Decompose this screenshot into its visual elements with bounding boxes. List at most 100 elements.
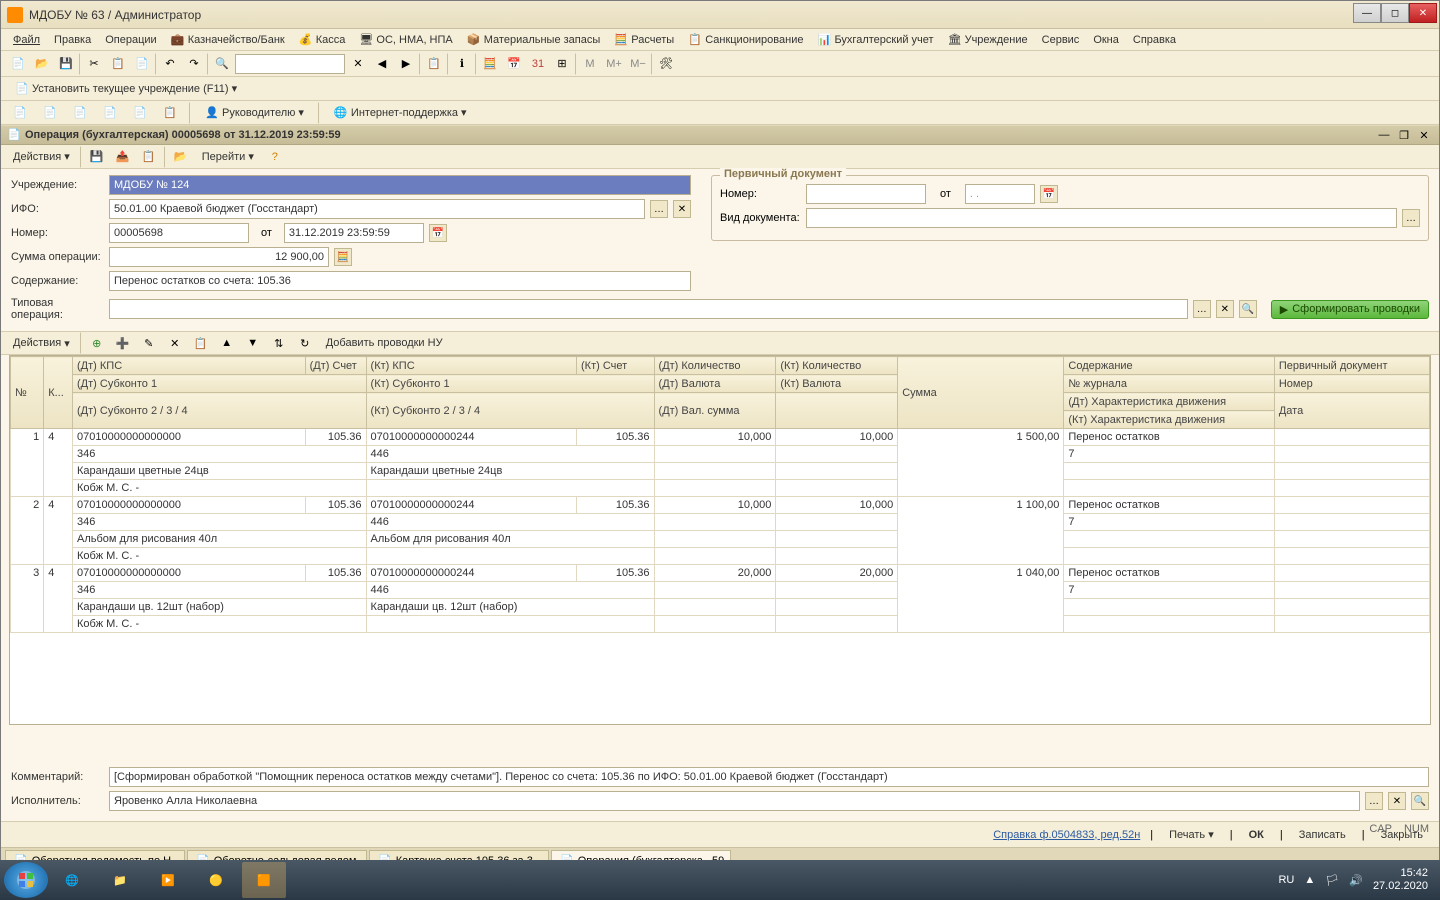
- menu-help[interactable]: Справка: [1127, 32, 1182, 48]
- col-number[interactable]: Номер: [1274, 375, 1429, 393]
- nav5-button[interactable]: 📄: [129, 102, 151, 124]
- doc-close-button[interactable]: ✕: [1415, 127, 1433, 143]
- print-button[interactable]: Печать ▾: [1163, 826, 1220, 843]
- calendar-button[interactable]: 📅: [503, 53, 525, 75]
- sum-calc-button[interactable]: 🧮: [334, 248, 352, 266]
- mplus-button[interactable]: M+: [603, 53, 625, 75]
- table-row[interactable]: 1 4 07010000000000000105.36 070100000000…: [11, 429, 1430, 446]
- tools-button[interactable]: 🛠: [655, 53, 677, 75]
- executor-clear-button[interactable]: ✕: [1388, 792, 1406, 810]
- m-button[interactable]: M: [579, 53, 601, 75]
- sort-button[interactable]: ⇅: [268, 332, 290, 354]
- close-button[interactable]: ✕: [1409, 3, 1437, 23]
- col-journal[interactable]: № журнала: [1064, 375, 1274, 393]
- col-dt-cur[interactable]: (Дт) Валюта: [654, 375, 776, 393]
- col-kt-sub1[interactable]: (Кт) Субконто 1: [366, 375, 654, 393]
- search-input[interactable]: [235, 54, 345, 74]
- col-kt-char[interactable]: (Кт) Характеристика движения: [1064, 411, 1274, 429]
- copy-button[interactable]: 📋: [107, 53, 129, 75]
- add-nu-button[interactable]: Добавить проводки НУ: [320, 335, 449, 351]
- col-dt-acc[interactable]: (Дт) Счет: [305, 357, 366, 375]
- tray-up-icon[interactable]: ▲: [1304, 874, 1315, 886]
- mminus-button[interactable]: M−: [627, 53, 649, 75]
- save-button[interactable]: 💾: [55, 53, 77, 75]
- primary-number-input[interactable]: [806, 184, 926, 204]
- ifo-clear-button[interactable]: ✕: [673, 200, 691, 218]
- menu-service[interactable]: Сервис: [1036, 32, 1086, 48]
- col-kt-cur[interactable]: (Кт) Валюта: [776, 375, 898, 393]
- date-input[interactable]: 31.12.2019 23:59:59: [284, 223, 424, 243]
- nav3-button[interactable]: 📄: [69, 102, 91, 124]
- sum-input[interactable]: 12 900,00: [109, 247, 329, 267]
- nav-fwd-button[interactable]: ▶: [395, 53, 417, 75]
- task-chrome[interactable]: 🟡: [194, 862, 238, 898]
- comment-input[interactable]: [Сформирован обработкой "Помощник перено…: [109, 767, 1429, 787]
- manager-button[interactable]: 👤Руководителю ▾: [199, 104, 310, 122]
- date-button[interactable]: 31: [527, 53, 549, 75]
- move-up-button[interactable]: ▲: [216, 332, 238, 354]
- doc-actions-button[interactable]: Действия ▾: [7, 148, 76, 165]
- refresh-button[interactable]: ↻: [294, 332, 316, 354]
- menu-edit[interactable]: Правка: [48, 32, 97, 48]
- col-kt-kps[interactable]: (Кт) КПС: [366, 357, 576, 375]
- type-op-search-button[interactable]: 🔍: [1239, 300, 1257, 318]
- task-ie[interactable]: 🌐: [50, 862, 94, 898]
- type-op-input[interactable]: [109, 299, 1188, 319]
- col-dt-valsum[interactable]: (Дт) Вал. сумма: [654, 393, 776, 429]
- tray-lang[interactable]: RU: [1278, 874, 1294, 886]
- cut-button[interactable]: ✂: [83, 53, 105, 75]
- table-actions-button[interactable]: Действия ▾: [7, 335, 76, 352]
- task-media[interactable]: ▶️: [146, 862, 190, 898]
- ok-button[interactable]: ОК: [1243, 827, 1270, 843]
- col-dt-qty[interactable]: (Дт) Количество: [654, 357, 776, 375]
- maximize-button[interactable]: ◻: [1381, 3, 1409, 23]
- delete-row-button[interactable]: ✕: [164, 332, 186, 354]
- copy2-button[interactable]: 📋: [423, 53, 445, 75]
- tray-sound-icon[interactable]: 🔊: [1349, 874, 1363, 887]
- menu-sanction[interactable]: 📋Санкционирование: [682, 31, 809, 49]
- calc-button[interactable]: 🧮: [479, 53, 501, 75]
- col-sum[interactable]: Сумма: [898, 357, 1064, 429]
- menu-cash[interactable]: 💰Касса: [293, 31, 352, 49]
- search-button[interactable]: 🔍: [211, 53, 233, 75]
- clear-search-button[interactable]: ✕: [347, 53, 369, 75]
- add-row-button[interactable]: ⊕: [86, 332, 108, 354]
- tray-clock[interactable]: 15:42 27.02.2020: [1373, 867, 1428, 893]
- open-button[interactable]: 📂: [31, 53, 53, 75]
- institution-input[interactable]: МДОБУ № 124: [109, 175, 691, 195]
- save-doc-button[interactable]: Записать: [1293, 827, 1352, 843]
- col-primary[interactable]: Первичный документ: [1274, 357, 1429, 375]
- date-picker-button[interactable]: 📅: [429, 224, 447, 242]
- tray-flag-icon[interactable]: 🏳: [1325, 874, 1339, 887]
- insert-row-button[interactable]: ➕: [112, 332, 134, 354]
- executor-select-button[interactable]: …: [1365, 792, 1383, 810]
- col-k[interactable]: К...: [44, 357, 73, 429]
- menu-accounting[interactable]: 📊Бухгалтерский учет: [811, 31, 939, 49]
- col-dt-sub1[interactable]: (Дт) Субконто 1: [73, 375, 367, 393]
- new-button[interactable]: 📄: [7, 53, 29, 75]
- menu-treasury[interactable]: 💼Казначейство/Банк: [165, 31, 291, 49]
- executor-search-button[interactable]: 🔍: [1411, 792, 1429, 810]
- redo-button[interactable]: ↷: [183, 53, 205, 75]
- table-row[interactable]: 2 4 07010000000000000105.36 070100000000…: [11, 497, 1430, 514]
- menu-operations[interactable]: Операции: [99, 32, 162, 48]
- primary-type-input[interactable]: [806, 208, 1397, 228]
- paste-button[interactable]: 📄: [131, 53, 153, 75]
- doc-restore-button[interactable]: ❐: [1395, 127, 1413, 143]
- reference-link[interactable]: Справка ф.0504833, ред.52н: [993, 829, 1140, 841]
- doc-post-button[interactable]: 📤: [112, 146, 134, 168]
- move-down-button[interactable]: ▼: [242, 332, 264, 354]
- ifo-input[interactable]: 50.01.00 Краевой бюджет (Госстандарт): [109, 199, 645, 219]
- col-n[interactable]: №: [11, 357, 44, 429]
- nav-back-button[interactable]: ◀: [371, 53, 393, 75]
- primary-date-picker-button[interactable]: 📅: [1040, 185, 1058, 203]
- doc-help-button[interactable]: ?: [264, 146, 286, 168]
- primary-date-input[interactable]: . .: [965, 184, 1035, 204]
- set-institution-button[interactable]: 📄Установить текущее учреждение (F11) ▾: [9, 80, 243, 98]
- primary-type-select-button[interactable]: …: [1402, 209, 1420, 227]
- ifo-select-button[interactable]: …: [650, 200, 668, 218]
- form-entries-button[interactable]: ▶ Сформировать проводки: [1271, 300, 1429, 319]
- menu-file[interactable]: Файл: [7, 32, 46, 48]
- menu-os[interactable]: 🖥ОС, НМА, НПА: [353, 31, 458, 49]
- copy-row-button[interactable]: 📋: [190, 332, 212, 354]
